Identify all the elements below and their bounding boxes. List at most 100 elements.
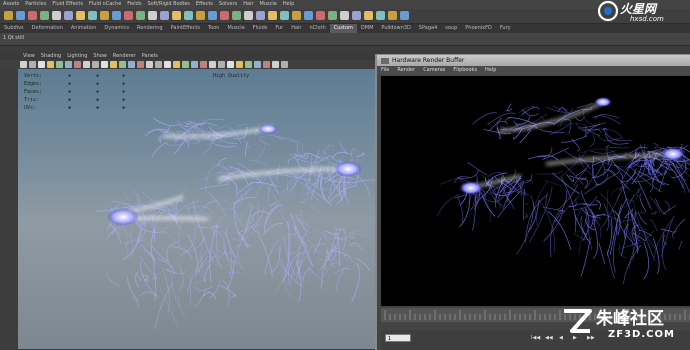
viewport-menu-shading[interactable]: Shading [38,52,64,60]
viewport-tool-icon[interactable] [146,61,153,68]
viewport-tool-icon[interactable] [209,61,216,68]
shelf-tab-fury[interactable]: Fury [496,24,515,33]
toolbar-tool-icon[interactable] [76,11,85,20]
viewport-tool-icon[interactable] [245,61,252,68]
toolbar-tool-icon[interactable] [280,11,289,20]
toolbar-tool-icon[interactable] [256,11,265,20]
toolbar-tool-icon[interactable] [136,11,145,20]
viewport-tool-icon[interactable] [29,61,36,68]
viewport-tool-icon[interactable] [272,61,279,68]
viewport-tool-icon[interactable] [218,61,225,68]
toolbar-tool-icon[interactable] [232,11,241,20]
render-buffer-menu-help[interactable]: Help [481,66,500,75]
toolbar-tool-icon[interactable] [64,11,73,20]
menu-item-particles[interactable]: Particles [22,0,49,9]
menu-item-muscle[interactable]: Muscle [257,0,280,9]
toolbar-tool-icon[interactable] [244,11,253,20]
viewport-tool-icon[interactable] [263,61,270,68]
toolbar-tool-icon[interactable] [304,11,313,20]
toolbar-tool-icon[interactable] [328,11,337,20]
toolbar-tool-icon[interactable] [376,11,385,20]
shelf-tab-custom[interactable]: Custom [330,24,357,33]
shelf-tab-animation[interactable]: Animation [67,24,101,33]
toolbar-tool-icon[interactable] [100,11,109,20]
shelf-tab-hair[interactable]: Hair [287,24,305,33]
toolbar-tool-icon[interactable] [268,11,277,20]
toolbar-tool-icon[interactable] [388,11,397,20]
render-buffer-menu-render[interactable]: Render [393,66,419,75]
toolbar-tool-icon[interactable] [316,11,325,20]
viewport-tool-icon[interactable] [281,61,288,68]
viewport-menu-lighting[interactable]: Lighting [64,52,90,60]
viewport-tool-icon[interactable] [20,61,27,68]
window-titlebar[interactable]: Hardware Render Buffer [377,55,690,66]
shelf-tab-toon[interactable]: Toon [204,24,224,33]
toolbar-tool-icon[interactable] [124,11,133,20]
playback-button-2[interactable]: ◀◀ [545,334,553,342]
toolbar-tool-icon[interactable] [52,11,61,20]
shelf-tab-phoenixfd[interactable]: PhoenixFD [461,24,496,33]
viewport-menu-show[interactable]: Show [90,52,110,60]
current-frame-field[interactable]: 1 [385,334,411,342]
shelf-tab-soup[interactable]: soup [441,24,461,33]
viewport-tool-icon[interactable] [137,61,144,68]
toolbar-tool-icon[interactable] [160,11,169,20]
viewport-tool-icon[interactable] [110,61,117,68]
menu-item-fluid-effects[interactable]: Fluid Effects [49,0,86,9]
viewport-tool-icon[interactable] [83,61,90,68]
viewport-tool-icon[interactable] [128,61,135,68]
viewport-menu-renderer[interactable]: Renderer [110,52,139,60]
viewport-tool-icon[interactable] [236,61,243,68]
viewport-tool-icon[interactable] [119,61,126,68]
toolbar-tool-icon[interactable] [208,11,217,20]
viewport-menu-view[interactable]: View [20,52,38,60]
menu-item-soft-rigid-bodies[interactable]: Soft/Rigid Bodies [144,0,192,9]
menu-item-fields[interactable]: Fields [124,0,144,9]
shelf-tab-rendering[interactable]: Rendering [133,24,167,33]
playback-button-1[interactable]: I◀◀ [531,334,540,342]
render-buffer-menu-file[interactable]: File [377,66,393,75]
menu-item-solvers[interactable]: Solvers [216,0,240,9]
toolbar-tool-icon[interactable] [28,11,37,20]
viewport-tool-icon[interactable] [38,61,45,68]
toolbar-tool-icon[interactable] [400,11,409,20]
shelf-tab-dynamics[interactable]: Dynamics [100,24,133,33]
viewport-tool-icon[interactable] [182,61,189,68]
toolbar-tool-icon[interactable] [148,11,157,20]
toolbar-tool-icon[interactable] [4,11,13,20]
toolbar-tool-icon[interactable] [364,11,373,20]
viewport-tool-icon[interactable] [47,61,54,68]
shelf-tab-fur[interactable]: Fur [271,24,287,33]
viewport-tool-icon[interactable] [155,61,162,68]
shelf-tab-ncloth[interactable]: nCloth [306,24,330,33]
menu-item-fluid-ncache[interactable]: Fluid nCache [86,0,124,9]
viewport-tool-icon[interactable] [65,61,72,68]
toolbar-tool-icon[interactable] [220,11,229,20]
viewport-tool-icon[interactable] [200,61,207,68]
toolbar-tool-icon[interactable] [16,11,25,20]
viewport-tool-icon[interactable] [191,61,198,68]
viewport-tool-icon[interactable] [173,61,180,68]
toolbar-tool-icon[interactable] [340,11,349,20]
shelf-tab-painteffects[interactable]: PaintEffects [167,24,204,33]
menu-item-assets[interactable]: Assets [0,0,22,9]
render-buffer-menu-cameras[interactable]: Cameras [419,66,449,75]
toolbar-tool-icon[interactable] [112,11,121,20]
viewport-tool-icon[interactable] [254,61,261,68]
viewport-menu-panels[interactable]: Panels [139,52,161,60]
toolbar-tool-icon[interactable] [184,11,193,20]
shelf-tab-fluids[interactable]: Fluids [249,24,272,33]
shelf-tab-spaga4[interactable]: SPaga4 [415,24,441,33]
toolbar-tool-icon[interactable] [40,11,49,20]
perspective-viewport[interactable]: Verts:▪▪▪Edges:▪▪▪Faces:▪▪▪Tris:▪▪▪UVs:▪… [18,69,376,349]
menu-item-help[interactable]: Help [280,0,297,9]
viewport-tool-icon[interactable] [74,61,81,68]
shelf-tab-dmm[interactable]: DMM [357,24,377,33]
menu-item-effects[interactable]: Effects [193,0,216,9]
toolbar-tool-icon[interactable] [352,11,361,20]
viewport-tool-icon[interactable] [227,61,234,68]
viewport-tool-icon[interactable] [56,61,63,68]
toolbar-tool-icon[interactable] [196,11,205,20]
shelf-tab-muscle[interactable]: Muscle [223,24,248,33]
shelf-tab-pulldown3d[interactable]: Pulldown3D [377,24,414,33]
